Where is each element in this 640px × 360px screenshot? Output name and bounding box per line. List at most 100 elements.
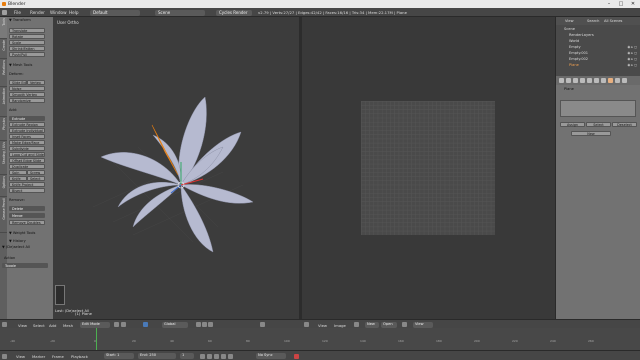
end-frame-field[interactable]: End: 250: [138, 353, 176, 359]
vertex-select-icon[interactable]: [196, 322, 201, 327]
mesh-tools-heading[interactable]: ▼ Mesh Tools: [9, 63, 32, 67]
select-button[interactable]: Select: [586, 122, 611, 127]
rotate-button[interactable]: Rotate: [9, 34, 45, 39]
action-select[interactable]: Toggle: [2, 263, 48, 268]
visibility-icons[interactable]: ◉ ▸ ◻: [627, 51, 637, 55]
tab-relations[interactable]: Relations: [0, 59, 7, 87]
screen-layout-select[interactable]: Default: [90, 9, 140, 16]
uv-view-select[interactable]: View: [413, 322, 433, 328]
weight-tools-heading[interactable]: ▼ Weight Tools: [9, 231, 35, 235]
spin-button[interactable]: Spin: [9, 170, 27, 175]
edge-select-icon[interactable]: [202, 322, 207, 327]
knife-button[interactable]: Knife: [9, 176, 27, 181]
time-menu-playback[interactable]: Playback: [71, 354, 88, 359]
tab-tools[interactable]: Tools: [0, 17, 7, 39]
prev-keyframe-icon[interactable]: [207, 353, 212, 359]
last-op-heading[interactable]: ▼ (De)select All: [2, 245, 30, 249]
outliner-item-plane[interactable]: Plane: [569, 63, 579, 67]
current-frame-field[interactable]: 1: [180, 353, 194, 359]
visibility-icons[interactable]: ◉ ▸ ◻: [627, 57, 637, 61]
tab-create[interactable]: Create: [0, 39, 7, 59]
randomize-button[interactable]: Randomize: [9, 98, 45, 103]
menu-window[interactable]: Window: [50, 10, 67, 15]
world-tab-icon[interactable]: [580, 78, 585, 83]
tab-physics[interactable]: Physics: [0, 117, 7, 141]
make-edge-face-button[interactable]: Make Edge/Face: [9, 140, 45, 145]
material-tab-icon[interactable]: [615, 78, 620, 83]
tab-grease-pencil[interactable]: Grease Pencil: [0, 197, 7, 233]
shrink-fatten-button[interactable]: Shrink/Fatten: [9, 46, 45, 51]
outliner-item-empty[interactable]: Empty: [569, 45, 581, 49]
loop-cut-button[interactable]: Loop Cut and Slide: [9, 152, 45, 157]
noise-button[interactable]: Noise: [9, 86, 45, 91]
minimize-button[interactable]: –: [604, 1, 614, 7]
assign-button[interactable]: Assign: [560, 122, 585, 127]
pin-icon[interactable]: [402, 322, 407, 327]
jump-end-icon[interactable]: [228, 353, 233, 359]
remove-doubles-button[interactable]: Remove Doubles: [9, 220, 45, 225]
snap-icon[interactable]: [260, 322, 265, 327]
duplicate-button[interactable]: Duplicate: [9, 164, 45, 169]
mode-select[interactable]: Edit Mode: [80, 322, 110, 328]
time-menu-view[interactable]: View: [16, 354, 25, 359]
editor-type-icon[interactable]: [2, 10, 7, 15]
outliner-view-menu[interactable]: View: [565, 19, 574, 23]
bisect-button[interactable]: Bisect: [9, 188, 45, 193]
menu-add[interactable]: Add: [49, 323, 56, 328]
delete-dropdown[interactable]: Delete: [9, 206, 45, 211]
subdivide-button[interactable]: Subdivide: [9, 146, 45, 151]
manipulator-icon[interactable]: [143, 322, 148, 327]
image-browse-icon[interactable]: [354, 322, 359, 327]
render-engine-select[interactable]: Cycles Render: [216, 9, 252, 16]
menu-file[interactable]: File: [14, 10, 21, 15]
constraints-tab-icon[interactable]: [594, 78, 599, 83]
extrude-region-button[interactable]: Extrude Region: [9, 122, 45, 127]
visibility-icons[interactable]: ◉ ▸ ◻: [627, 63, 637, 67]
outliner-scenes-select[interactable]: All Scenes: [604, 19, 622, 23]
menu-view[interactable]: View: [18, 323, 27, 328]
transform-heading[interactable]: ▼ Transform: [9, 18, 31, 22]
scene-select[interactable]: Scene: [155, 9, 205, 16]
object-tab-icon[interactable]: [587, 78, 592, 83]
shading-icon[interactable]: [114, 322, 119, 327]
offset-edge-slide-button[interactable]: Offset Edge Slide: [9, 158, 45, 163]
knife-select-button[interactable]: Select: [27, 176, 45, 181]
uv-image-editor[interactable]: [302, 17, 555, 319]
extrude-individual-button[interactable]: Extrude Individual: [9, 128, 45, 133]
open-image-button[interactable]: Open: [381, 322, 397, 328]
new-uv-button[interactable]: New: [571, 131, 611, 136]
editor-type-icon[interactable]: [2, 353, 7, 359]
outliner-search-menu[interactable]: Search: [587, 19, 599, 23]
scale-button[interactable]: Scale: [9, 40, 45, 45]
extrude-dropdown[interactable]: Extrude: [9, 116, 45, 121]
render-tab-icon[interactable]: [559, 78, 564, 83]
sync-select[interactable]: No Sync: [256, 353, 286, 359]
screw-button[interactable]: Screw: [27, 170, 45, 175]
uv-menu-image[interactable]: Image: [334, 323, 346, 328]
orientation-select[interactable]: Global: [162, 322, 188, 328]
inset-faces-button[interactable]: Inset Faces: [9, 134, 45, 139]
next-keyframe-icon[interactable]: [221, 353, 226, 359]
tab-animation[interactable]: Animation: [0, 87, 7, 117]
face-select-icon[interactable]: [208, 322, 213, 327]
editor-type-icon[interactable]: [2, 322, 7, 327]
uv-menu-view[interactable]: View: [318, 323, 327, 328]
outliner-item-scene[interactable]: Scene: [564, 27, 575, 31]
smooth-vertex-button[interactable]: Smooth Vertex: [9, 92, 45, 97]
merge-dropdown[interactable]: Merge: [9, 213, 45, 218]
close-button[interactable]: ✕: [628, 1, 638, 7]
scene-tab-icon[interactable]: [573, 78, 578, 83]
menu-mesh[interactable]: Mesh: [63, 323, 73, 328]
outliner-item-empty-001[interactable]: Empty.001: [569, 51, 588, 55]
outliner-item-renderlayers[interactable]: RenderLayers: [569, 33, 594, 37]
knife-project-button[interactable]: Knife Project: [9, 182, 45, 187]
pivot-icon[interactable]: [121, 322, 126, 327]
outliner-item-world[interactable]: World: [569, 39, 579, 43]
menu-help[interactable]: Help: [69, 10, 79, 15]
modifiers-tab-icon[interactable]: [601, 78, 606, 83]
tab-shading-uvs[interactable]: Shading / UVs: [0, 141, 7, 175]
push-pull-button[interactable]: Push/Pull: [9, 52, 45, 57]
menu-select[interactable]: Select: [33, 323, 45, 328]
record-icon[interactable]: [294, 353, 299, 359]
visibility-icons[interactable]: ◉ ▸ ◻: [627, 45, 637, 49]
